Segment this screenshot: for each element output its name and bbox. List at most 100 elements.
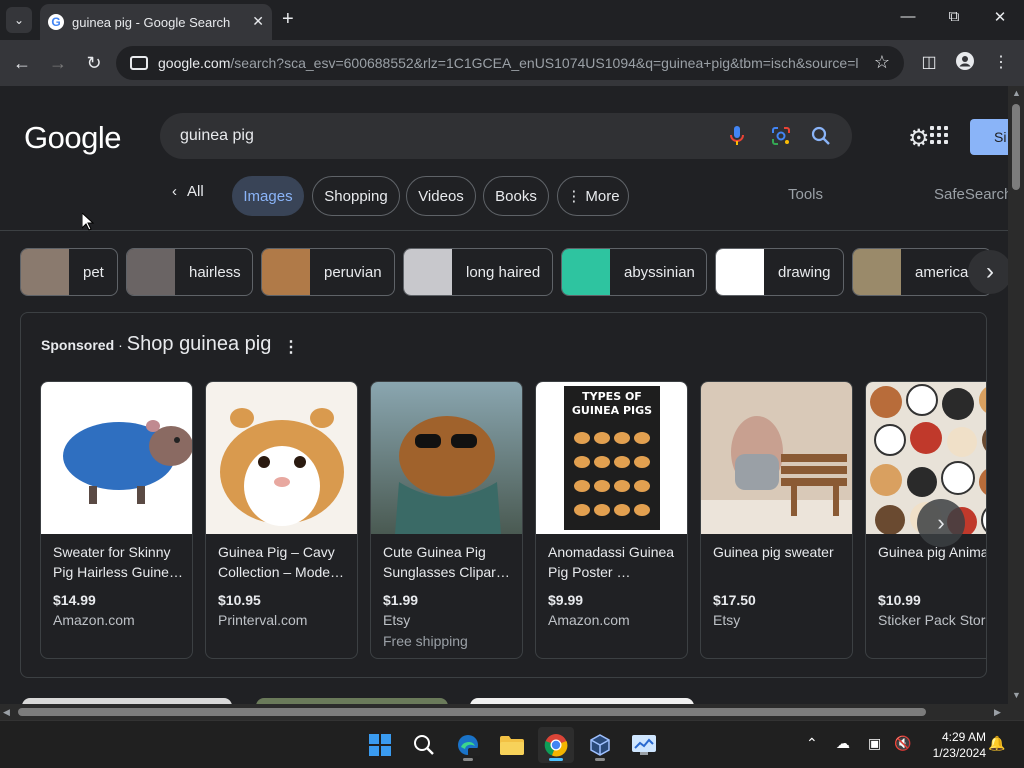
apps-grid-icon[interactable] xyxy=(930,126,948,144)
chip-long-haired[interactable]: long haired xyxy=(403,248,553,296)
bookmark-star-icon[interactable]: ☆ xyxy=(874,52,890,73)
taskbar-monitor-app[interactable] xyxy=(626,727,662,763)
product-image xyxy=(41,382,192,534)
taskbar-chrome[interactable] xyxy=(538,727,574,763)
tab-all[interactable]: ‹ All xyxy=(172,183,204,200)
shopping-module: Sponsored · Shop guinea pig ⋮ Sweater fo… xyxy=(20,312,987,678)
product-card[interactable]: Cute Guinea Pig Sunglasses Clipar… $1.99… xyxy=(370,381,523,659)
new-tab-button[interactable]: + xyxy=(282,8,294,30)
product-title: Anomadassi Guinea Pig Poster … xyxy=(548,544,675,580)
tab-books[interactable]: Books xyxy=(483,176,549,216)
google-logo[interactable]: Google xyxy=(24,120,121,156)
forward-arrow-icon[interactable]: → xyxy=(47,52,69,74)
scroll-left-arrow-icon[interactable]: ◀ xyxy=(3,707,10,718)
close-tab-icon[interactable]: ✕ xyxy=(252,13,264,30)
vertical-scroll-thumb[interactable] xyxy=(1012,104,1020,190)
product-card[interactable]: Guinea Pig – Cavy Collection – Mode… $10… xyxy=(205,381,358,659)
chrome-icon xyxy=(544,734,568,757)
gear-icon[interactable]: ⚙ xyxy=(908,124,930,153)
more-options-icon[interactable]: ⋮ xyxy=(283,337,299,357)
running-indicator xyxy=(549,758,563,761)
vertical-scrollbar[interactable]: ▲ ▼ xyxy=(1008,86,1024,704)
chevron-right-icon: › xyxy=(937,510,945,535)
clock-date: 1/23/2024 xyxy=(932,746,986,760)
product-image xyxy=(701,382,852,534)
chip-pet[interactable]: pet xyxy=(20,248,118,296)
show-hidden-icons-chevron[interactable]: ⌃ xyxy=(806,735,818,752)
chip-hairless[interactable]: hairless xyxy=(126,248,253,296)
product-image: TYPES OF GUINEA PIGS xyxy=(536,382,687,534)
sponsored-label: Sponsored xyxy=(41,337,115,353)
site-info-icon[interactable] xyxy=(130,56,148,70)
scroll-down-arrow-icon[interactable]: ▼ xyxy=(1012,690,1021,700)
tab-shopping[interactable]: Shopping xyxy=(312,176,400,216)
taskbar-file-explorer[interactable] xyxy=(494,727,530,763)
cube-icon xyxy=(590,734,610,756)
taskbar-search-button[interactable] xyxy=(406,727,442,763)
product-store: Etsy xyxy=(713,612,741,628)
product-price: $10.95 xyxy=(218,592,261,608)
chip-thumbnail xyxy=(853,249,901,295)
side-panel-icon[interactable]: ◫ xyxy=(918,52,940,72)
product-price: $9.99 xyxy=(548,592,584,608)
search-box[interactable]: guinea pig xyxy=(160,113,852,159)
url-text: google.com/search?sca_esv=600688552&rlz=… xyxy=(158,55,858,71)
network-icon[interactable]: ▣ xyxy=(868,735,881,752)
chip-abyssinian[interactable]: abyssinian xyxy=(561,248,707,296)
product-card[interactable]: Sweater for Skinny Pig Hairless Guine… $… xyxy=(40,381,193,659)
back-arrow-icon[interactable]: ← xyxy=(11,52,33,74)
tools-button[interactable]: Tools xyxy=(788,186,823,203)
product-card[interactable]: TYPES OF GUINEA PIGS Anomadassi Guinea P… xyxy=(535,381,688,659)
restore-window-icon[interactable]: ⧉ xyxy=(944,8,964,25)
taskbar-virtualbox[interactable] xyxy=(582,727,618,763)
kebab-menu-icon[interactable]: ⋮ xyxy=(990,52,1012,72)
notification-bell-icon[interactable]: 🔔 xyxy=(988,735,1005,752)
safesearch-button[interactable]: SafeSearch xyxy=(934,186,1008,203)
product-store: Amazon.com xyxy=(548,612,630,628)
product-title: Guinea pig Anima Waterproof Carto xyxy=(878,544,987,560)
chip-drawing[interactable]: drawing xyxy=(715,248,844,296)
horizontal-scrollbar[interactable]: ◀ ▶ xyxy=(0,704,1008,720)
google-favicon-icon: G xyxy=(48,14,64,30)
scroll-up-arrow-icon[interactable]: ▲ xyxy=(1012,88,1021,98)
reload-icon[interactable]: ↻ xyxy=(83,52,105,74)
search-input[interactable]: guinea pig xyxy=(180,127,254,145)
address-bar[interactable]: google.com/search?sca_esv=600688552&rlz=… xyxy=(116,46,904,80)
windows-taskbar: ⌃ ☁ ▣ 🔇 4:29 AM 1/23/2024 🔔 xyxy=(0,720,1024,768)
products-next-button[interactable]: › xyxy=(917,499,965,547)
tab-videos[interactable]: Videos xyxy=(406,176,476,216)
chip-peruvian[interactable]: peruvian xyxy=(261,248,395,296)
sign-in-button[interactable]: Si xyxy=(970,119,1008,155)
tab-images[interactable]: Images xyxy=(232,176,304,216)
chip-thumbnail xyxy=(127,249,175,295)
browser-tab[interactable]: G guinea pig - Google Search ✕ xyxy=(40,4,272,40)
tab-strip: ⌄ G guinea pig - Google Search ✕ + — ⧉ ✕ xyxy=(0,0,1024,40)
separator-dot: · xyxy=(118,337,123,353)
horizontal-scroll-thumb[interactable] xyxy=(18,708,926,716)
start-button[interactable] xyxy=(362,727,398,763)
google-lens-icon[interactable] xyxy=(770,125,792,147)
chips-next-button[interactable]: › xyxy=(968,250,1008,294)
onedrive-cloud-icon[interactable]: ☁ xyxy=(836,735,850,752)
product-title: Sweater for Skinny Pig Hairless Guine… xyxy=(53,544,183,580)
search-icon[interactable] xyxy=(810,125,832,147)
tab-search-button[interactable]: ⌄ xyxy=(6,7,32,33)
system-clock[interactable]: 4:29 AM 1/23/2024 xyxy=(922,729,986,761)
product-card[interactable]: Guinea pig sweater $17.50 Etsy xyxy=(700,381,853,659)
search-tabs: ‹ All Images Shopping Videos Books ⋮ More xyxy=(0,174,1008,218)
tab-more[interactable]: ⋮ More xyxy=(557,176,629,216)
product-price: $10.99 xyxy=(878,592,921,608)
minimize-window-icon[interactable]: — xyxy=(898,8,918,25)
more-vert-icon: ⋮ xyxy=(566,188,582,205)
volume-muted-icon[interactable]: 🔇 xyxy=(894,735,911,752)
scroll-right-arrow-icon[interactable]: ▶ xyxy=(994,707,1001,718)
browser-toolbar: ← → ↻ google.com/search?sca_esv=60068855… xyxy=(0,40,1024,86)
close-window-icon[interactable]: ✕ xyxy=(990,8,1010,26)
chip-thumbnail xyxy=(562,249,610,295)
product-shipping: Free shipping xyxy=(383,633,468,649)
taskbar-edge-beta[interactable] xyxy=(450,727,486,763)
profile-icon[interactable] xyxy=(954,52,976,75)
related-searches-chips: pet hairless peruvian long haired abyssi… xyxy=(0,248,1008,296)
microphone-icon[interactable] xyxy=(726,125,748,147)
clock-time: 4:29 AM xyxy=(941,730,986,744)
